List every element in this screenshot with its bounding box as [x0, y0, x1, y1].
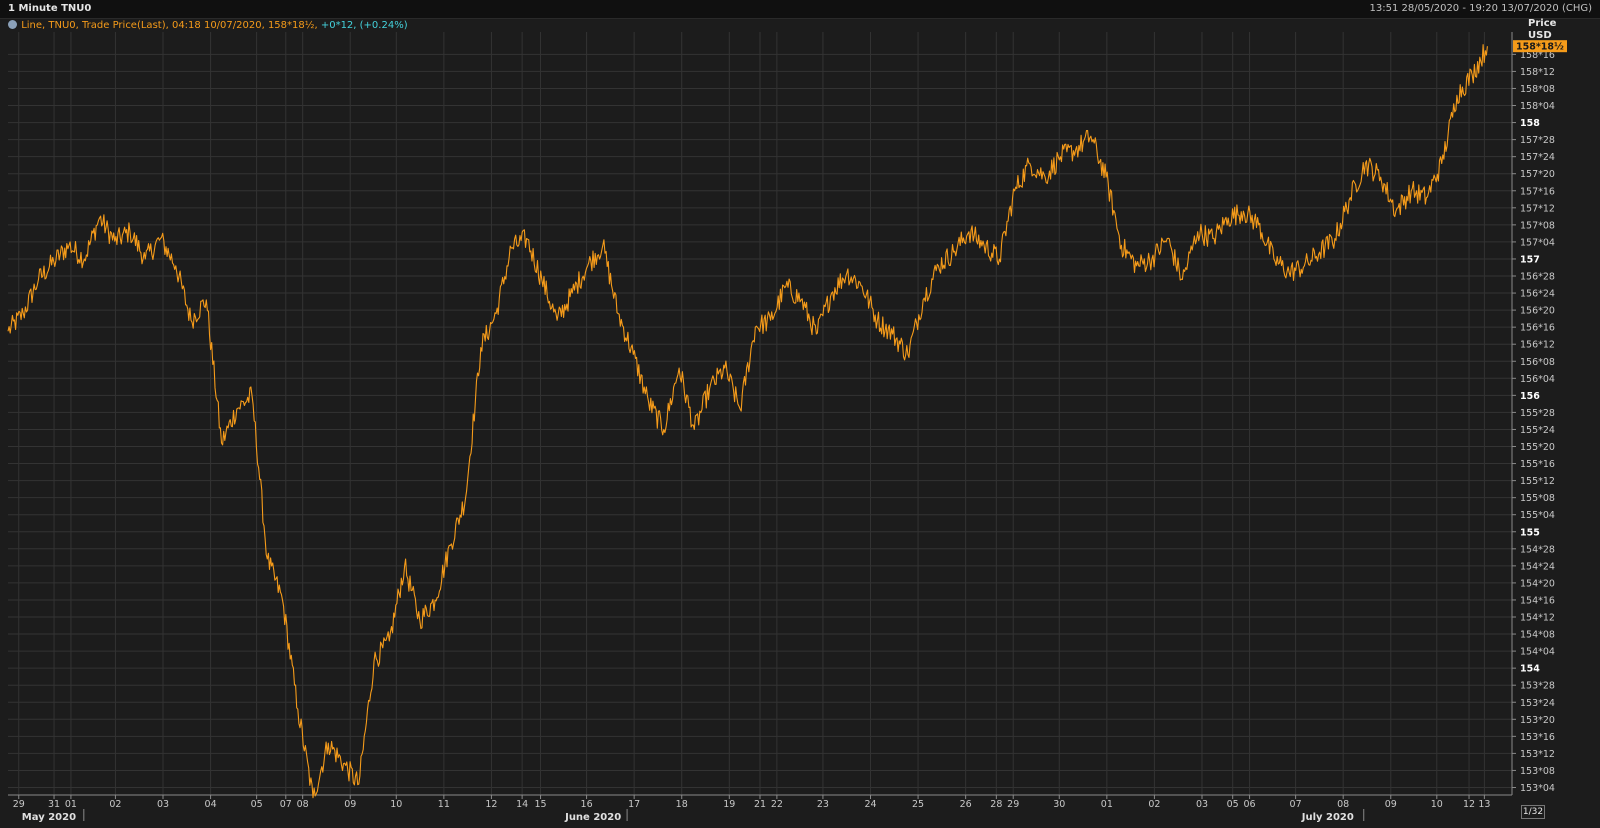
x-month-label: June 2020 — [564, 812, 621, 823]
y-tick-label: 157*24 — [1520, 152, 1555, 163]
x-tick-label: 30 — [1053, 799, 1065, 810]
x-tick-label: 15 — [534, 799, 546, 810]
y-tick-label: 155*20 — [1520, 442, 1555, 453]
y-tick-label: 153*28 — [1520, 681, 1555, 692]
y-tick-label: 157*20 — [1520, 169, 1555, 180]
y-tick-label: 158 — [1520, 118, 1540, 129]
y-tick-label: 157*16 — [1520, 186, 1555, 197]
x-tick-label: 02 — [109, 799, 121, 810]
y-tick-label: 156*16 — [1520, 323, 1555, 334]
y-tick-label: 154*28 — [1520, 544, 1555, 555]
x-tick-label: 22 — [771, 799, 783, 810]
x-tick-label: 29 — [13, 799, 25, 810]
x-tick-label: 08 — [297, 799, 309, 810]
x-tick-label: 23 — [817, 799, 829, 810]
y-tick-label: 158*08 — [1520, 84, 1555, 95]
last-price-tag: 158*18½ — [1516, 42, 1564, 53]
fraction-tag[interactable]: 1/32 — [1521, 805, 1545, 819]
x-tick-label: 31 — [48, 799, 60, 810]
x-tick-label: 07 — [1290, 799, 1302, 810]
x-tick-label: 19 — [723, 799, 735, 810]
x-tick-label: 18 — [676, 799, 688, 810]
x-tick-label: 07 — [280, 799, 292, 810]
x-tick-label: 10 — [390, 799, 402, 810]
y-tick-label: 153*20 — [1520, 715, 1555, 726]
y-tick-label: 154*20 — [1520, 578, 1555, 589]
x-tick-label: 01 — [1101, 799, 1113, 810]
y-tick-label: 154*08 — [1520, 630, 1555, 641]
x-month-label: May 2020 — [22, 812, 76, 823]
y-tick-label: 157*28 — [1520, 135, 1555, 146]
y-tick-label: 156*08 — [1520, 357, 1555, 368]
y-tick-label: 156*04 — [1520, 374, 1555, 385]
x-tick-label: 05 — [1227, 799, 1239, 810]
price-line-chart[interactable]: 153*04 153*08 153*12 153*16 153*20 153*24 153*… — [0, 0, 1600, 828]
y-tick-label: 153*16 — [1520, 732, 1555, 743]
x-tick-label: 01 — [65, 799, 77, 810]
y-tick-label: 154*12 — [1520, 613, 1555, 624]
x-month-label: July 2020 — [1301, 812, 1354, 823]
y-tick-label: 153*24 — [1520, 698, 1555, 709]
y-tick-label: 156*12 — [1520, 340, 1555, 351]
x-tick-label: 10 — [1431, 799, 1443, 810]
x-tick-label: 12 — [485, 799, 497, 810]
x-tick-label: 26 — [960, 799, 972, 810]
x-tick-label: 09 — [1385, 799, 1397, 810]
y-tick-label: 157 — [1520, 254, 1540, 265]
y-tick-label: 155*08 — [1520, 493, 1555, 504]
x-tick-label: 09 — [344, 799, 356, 810]
y-tick-label: 155*12 — [1520, 476, 1555, 487]
x-tick-label: 04 — [205, 799, 217, 810]
y-tick-label: 156*24 — [1520, 289, 1555, 300]
y-tick-label: 155*28 — [1520, 408, 1555, 419]
y-tick-label: 155*04 — [1520, 510, 1555, 521]
y-tick-label: 154*24 — [1520, 561, 1555, 572]
y-tick-label: 157*08 — [1520, 220, 1555, 231]
x-tick-label: 11 — [438, 799, 450, 810]
x-tick-label: 03 — [157, 799, 169, 810]
x-tick-label: 16 — [581, 799, 593, 810]
x-tick-label: 21 — [754, 799, 766, 810]
y-tick-label: 154*04 — [1520, 647, 1555, 658]
y-tick-label: 155 — [1520, 527, 1540, 538]
x-tick-label: 14 — [516, 799, 528, 810]
x-tick-label: 24 — [864, 799, 876, 810]
x-tick-label: 05 — [251, 799, 263, 810]
x-tick-label: 29 — [1007, 799, 1019, 810]
x-tick-label: 12 — [1463, 799, 1475, 810]
y-tick-label: 158*04 — [1520, 101, 1555, 112]
y-tick-label: 157*12 — [1520, 203, 1555, 214]
y-tick-label: 153*12 — [1520, 749, 1555, 760]
x-tick-label: 25 — [912, 799, 924, 810]
x-tick-label: 13 — [1478, 799, 1490, 810]
y-tick-label: 153*04 — [1520, 783, 1555, 794]
x-tick-label: 03 — [1196, 799, 1208, 810]
x-tick-label: 08 — [1337, 799, 1349, 810]
y-tick-label: 154*16 — [1520, 595, 1555, 606]
x-tick-label: 17 — [628, 799, 640, 810]
y-tick-label: 156 — [1520, 391, 1540, 402]
y-tick-label: 153*08 — [1520, 766, 1555, 777]
y-tick-label: 156*28 — [1520, 272, 1555, 283]
x-tick-label: 28 — [990, 799, 1002, 810]
x-tick-label: 06 — [1244, 799, 1256, 810]
x-tick-label: 02 — [1148, 799, 1160, 810]
y-tick-label: 156*20 — [1520, 306, 1555, 317]
y-tick-label: 155*24 — [1520, 425, 1555, 436]
y-tick-label: 158*12 — [1520, 67, 1555, 78]
y-tick-label: 157*04 — [1520, 237, 1555, 248]
y-tick-label: 154 — [1520, 664, 1540, 675]
y-tick-label: 155*16 — [1520, 459, 1555, 470]
